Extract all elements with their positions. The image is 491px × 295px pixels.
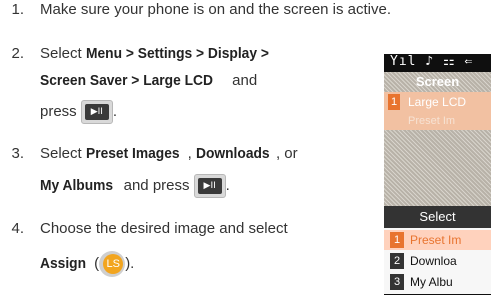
popup-option-number: 2 xyxy=(390,253,404,269)
status-bar: Yıl ♪ ⚏ ⇐ xyxy=(390,54,474,69)
step-4-open-paren: ( xyxy=(90,254,100,272)
popup-option-label: Preset Im xyxy=(410,233,462,247)
assign-label: Assign xyxy=(40,254,87,272)
popup-option-label: Downloa xyxy=(410,254,457,268)
left-softkey-label: LS xyxy=(103,254,124,274)
popup-title: Select xyxy=(384,206,491,228)
option-downloads: Downloads xyxy=(195,145,270,162)
step-3-sep-2: , or xyxy=(275,145,298,162)
play-pause-key-label-2: ▶II xyxy=(197,178,222,194)
step-2-line-3-text: press ▶II. xyxy=(40,100,117,124)
play-pause-key-icon-2: ▶II xyxy=(193,174,226,198)
step-3-sep-1: , xyxy=(187,145,196,162)
step-2-pre: Select xyxy=(40,45,86,62)
play-pause-key-label: ▶II xyxy=(84,104,109,120)
left-softkey-icon: LS xyxy=(99,251,126,277)
step-1-text: Make sure your phone is on and the scree… xyxy=(40,1,392,18)
step-2-post: and xyxy=(228,72,258,89)
step-4-number: 4. xyxy=(11,220,24,237)
step-3-number: 3. xyxy=(11,145,24,162)
screen-background xyxy=(384,130,491,206)
screen-header: Screen xyxy=(384,72,491,92)
step-4-text: Choose the desired image and select xyxy=(40,220,288,237)
popup-option-number: 3 xyxy=(390,274,404,290)
step-2-line-2-text: Screen Saver > Large LCD and xyxy=(40,71,257,91)
submenu-row-label: Preset Im xyxy=(408,115,456,127)
popup-option-number: 1 xyxy=(390,232,404,248)
menu-row-label: Large LCD xyxy=(408,95,467,109)
popup-option-downloads[interactable]: 2 Downloa xyxy=(384,251,491,271)
step-2-menu-path-cont: Screen Saver > Large LCD xyxy=(40,72,213,89)
play-pause-key-icon: ▶II xyxy=(80,100,113,124)
popup-option-label: My Albu xyxy=(410,275,453,289)
menu-row-large-lcd: 1 Large LCD xyxy=(384,92,491,112)
popup-option-preset-images[interactable]: 1 Preset Im xyxy=(384,230,491,250)
phone-screen: Yıl ♪ ⚏ ⇐ Screen 1 Large LCD Preset Im S… xyxy=(384,54,491,295)
option-preset-images: Preset Images xyxy=(85,145,180,162)
step-2-press: press xyxy=(40,102,77,120)
menu-row-index: 1 xyxy=(388,94,400,110)
select-popup: Select 1 Preset Im 2 Downloa 3 My Albu xyxy=(384,206,491,294)
step-4-line-2-text: Assign (LS). xyxy=(40,251,134,277)
popup-option-my-albums[interactable]: 3 My Albu xyxy=(384,272,491,292)
step-3-line-1: Select Preset Images, Downloads , or xyxy=(40,144,298,164)
step-1-number: 1. xyxy=(11,1,24,18)
step-2-line-1: Select Menu > Settings > Display > xyxy=(40,44,285,64)
step-2-menu-path: Menu > Settings > Display > xyxy=(85,45,269,62)
step-2-number: 2. xyxy=(11,45,24,62)
step-3-line-2-text: My Albums and press ▶II. xyxy=(40,174,230,198)
step-3-pre: Select xyxy=(40,145,86,162)
submenu-row: Preset Im xyxy=(384,112,491,130)
step-3-post: and press xyxy=(119,176,190,194)
step-4-close-paren: ). xyxy=(125,254,135,272)
option-my-albums: My Albums xyxy=(40,176,114,194)
